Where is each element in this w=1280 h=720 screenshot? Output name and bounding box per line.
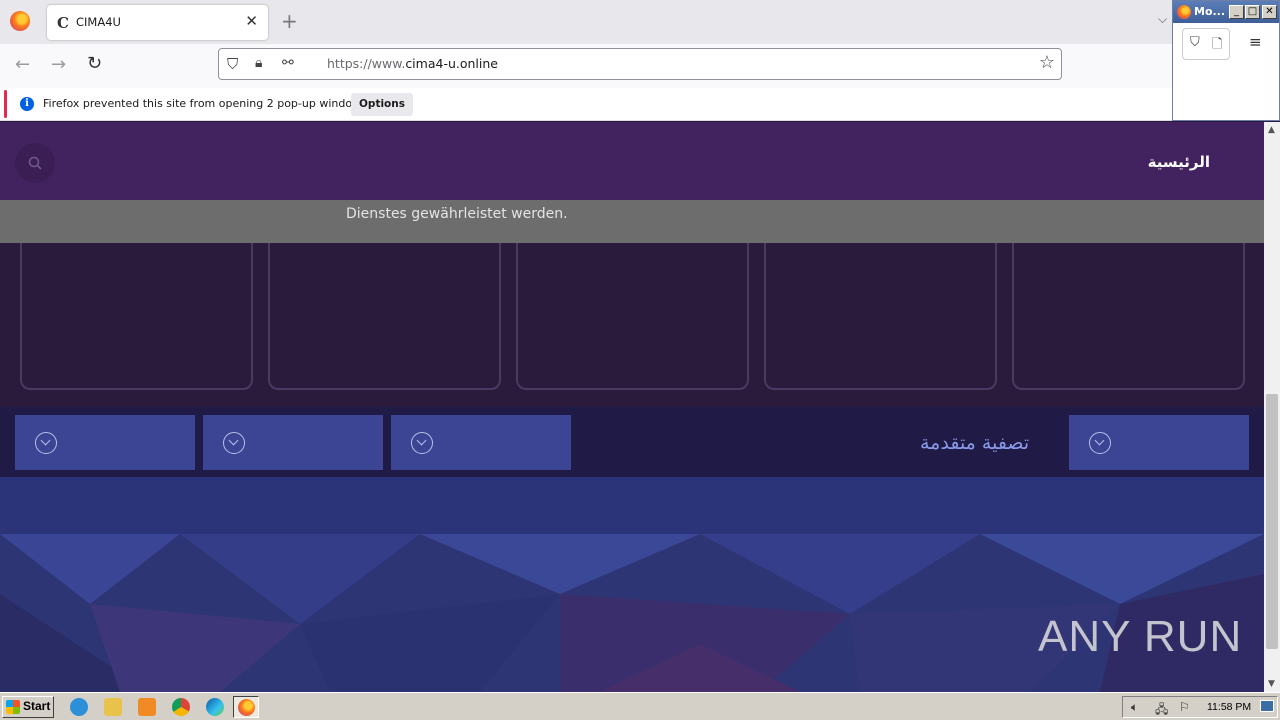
- popup-blocked-notification: i Firefox prevented this site from openi…: [0, 88, 1172, 121]
- lock-icon[interactable]: 🔒︎: [255, 55, 262, 71]
- page-icon[interactable]: 🗋: [1212, 35, 1222, 57]
- flag-icon[interactable]: ⚐: [1179, 700, 1190, 714]
- bookmark-star-icon[interactable]: ☆: [1039, 52, 1055, 73]
- chevron-down-icon: [1089, 432, 1111, 454]
- hamburger-menu-icon[interactable]: ≡: [1249, 33, 1262, 51]
- url-text[interactable]: https://www.cima4-u.online: [327, 56, 498, 71]
- scroll-down-icon[interactable]: ▼: [1268, 679, 1275, 689]
- internet-explorer-icon[interactable]: [70, 698, 88, 716]
- windows-taskbar: Start 🔈︎ 🖧 ⚐ 11:58 PM: [0, 692, 1280, 720]
- url-bar[interactable]: ⛉ 🔒︎ ⚯ https://www.cima4-u.online ☆: [218, 48, 1062, 80]
- browser-tab[interactable]: C CIMA4U ✕: [47, 5, 268, 40]
- browser-navigation-bar: ← → ↻ ⛉ 🔒︎ ⚯ https://www.cima4-u.online …: [0, 44, 1172, 88]
- anyrun-watermark: ANY RUN: [1038, 612, 1243, 661]
- edge-icon[interactable]: [206, 698, 224, 716]
- permissions-icon[interactable]: ⚯: [282, 55, 294, 71]
- chevron-down-icon: [223, 432, 245, 454]
- close-tab-icon[interactable]: ✕: [245, 12, 258, 30]
- search-icon: [28, 156, 42, 170]
- reload-icon[interactable]: ↻: [87, 53, 102, 74]
- filter-dropdown[interactable]: [203, 415, 383, 470]
- popup-toolbar: ⛉ 🗋: [1182, 28, 1230, 60]
- web-page: الرئيسية Dienstes gewährleistet werden. …: [0, 122, 1264, 692]
- notification-text: Firefox prevented this site from opening…: [43, 97, 371, 110]
- tracking-shield-icon[interactable]: ⛉: [227, 55, 238, 73]
- chevron-down-icon: [35, 432, 57, 454]
- chevron-down-icon: [411, 432, 433, 454]
- page-scrollbar[interactable]: ▲ ▼: [1264, 122, 1280, 692]
- minimize-button[interactable]: _: [1229, 5, 1244, 19]
- search-button[interactable]: [15, 143, 55, 183]
- forward-arrow-icon[interactable]: →: [51, 54, 66, 75]
- movie-card[interactable]: [268, 243, 501, 390]
- site-header: الرئيسية: [0, 122, 1264, 200]
- scroll-up-icon[interactable]: ▲: [1268, 125, 1275, 135]
- notification-accent: [4, 90, 7, 118]
- system-tray: 🔈︎ 🖧 ⚐ 11:58 PM: [1122, 696, 1278, 718]
- file-explorer-icon[interactable]: [104, 698, 122, 716]
- nav-home-link[interactable]: الرئيسية: [1148, 153, 1210, 171]
- taskbar-firefox-button[interactable]: [233, 696, 259, 718]
- options-button[interactable]: Options: [351, 93, 413, 116]
- browser-tab-bar: C CIMA4U ✕ + ⌵: [0, 0, 1280, 44]
- clock[interactable]: 11:58 PM: [1207, 701, 1251, 713]
- tab-list-chevron-icon[interactable]: ⌵: [1158, 12, 1167, 27]
- filter-dropdown[interactable]: [1069, 415, 1249, 470]
- start-button[interactable]: Start: [2, 696, 54, 718]
- volume-icon[interactable]: 🔈︎: [1131, 700, 1138, 715]
- start-label: Start: [23, 699, 51, 713]
- firefox-icon: [238, 699, 255, 716]
- scrollbar-thumb[interactable]: [1266, 394, 1278, 649]
- cookie-notice-text: Dienstes gewährleistet werden.: [346, 206, 568, 222]
- show-desktop-icon[interactable]: [1260, 700, 1274, 712]
- maximize-button[interactable]: □: [1245, 5, 1260, 19]
- content-band: [0, 477, 1264, 534]
- network-icon[interactable]: 🖧: [1155, 700, 1168, 720]
- movie-card[interactable]: [1012, 243, 1245, 390]
- close-window-button[interactable]: ✕: [1262, 5, 1277, 19]
- tracking-shield-icon[interactable]: ⛉: [1190, 35, 1200, 50]
- advanced-filter-section: تصفية متقدمة: [0, 407, 1264, 477]
- movie-card[interactable]: [764, 243, 997, 390]
- chrome-icon[interactable]: [172, 698, 190, 716]
- firefox-icon: [1177, 5, 1191, 19]
- movie-card[interactable]: [20, 243, 253, 390]
- tab-title: CIMA4U: [76, 15, 121, 29]
- cookie-notice-bar: [0, 200, 1264, 243]
- back-arrow-icon[interactable]: ←: [15, 54, 30, 75]
- movie-card[interactable]: [516, 243, 749, 390]
- tab-favicon-icon: C: [57, 14, 69, 32]
- filter-dropdown[interactable]: [391, 415, 571, 470]
- popup-window-title: Mo...: [1194, 5, 1226, 18]
- new-tab-button[interactable]: +: [281, 9, 298, 33]
- windows-logo-icon: [6, 700, 20, 714]
- popup-window[interactable]: Mo... _ □ ✕ ⛉ 🗋 ≡: [1172, 0, 1280, 121]
- popup-title-bar[interactable]: Mo... _ □ ✕: [1173, 1, 1279, 23]
- media-player-icon[interactable]: [138, 698, 156, 716]
- info-icon: i: [20, 97, 34, 111]
- firefox-icon: [10, 11, 30, 31]
- filter-title: تصفية متقدمة: [920, 432, 1030, 454]
- filter-dropdown[interactable]: [15, 415, 195, 470]
